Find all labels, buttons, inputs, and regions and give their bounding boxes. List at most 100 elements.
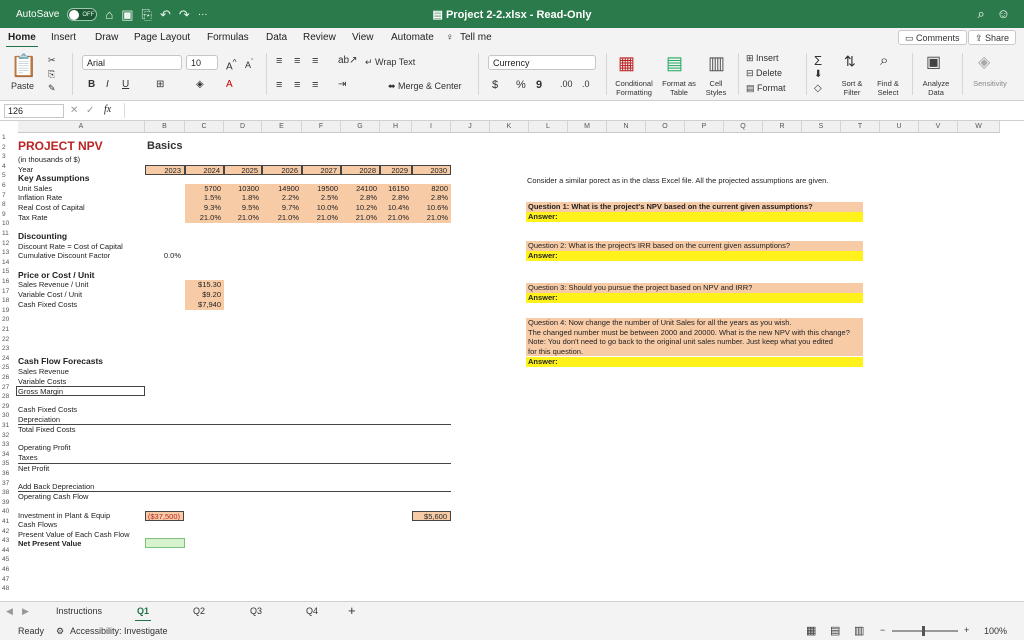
row-header[interactable]: 23 [0,344,18,354]
accessibility-status[interactable]: Accessibility: Investigate [70,626,168,636]
font-size-select[interactable]: 10 [186,55,218,70]
format-button[interactable]: ▤ Format [746,83,786,94]
fill-color-icon[interactable]: ◈ [196,79,204,90]
page-layout-view-icon[interactable]: ▤ [830,624,840,637]
cum-discount-value[interactable]: 0.0% [145,251,184,261]
delete-button[interactable]: ⊟ Delete [746,68,782,79]
format-as-table-label[interactable]: Format as Table [660,79,698,97]
q3-answer-box[interactable]: Answer: [526,293,863,303]
q4-answer-box[interactable]: Answer: [526,357,863,367]
row-header[interactable]: 42 [0,527,18,537]
file-title[interactable]: Project 2-2.xlsx - Read-Only [446,9,592,21]
cash-fixed-costs-label[interactable]: Cash Fixed Costs [18,405,77,415]
align-top-icon[interactable]: ≡ [276,55,282,67]
real-cost-value[interactable]: 9.5% [224,203,262,213]
sheet-tab-q1[interactable]: Q1 [134,606,152,622]
row-header[interactable]: 24 [0,354,18,364]
cell-styles-icon[interactable]: ▥ [708,53,725,74]
real-cost-value[interactable]: 10.0% [302,203,341,213]
row-header[interactable]: 13 [0,248,18,258]
inflation-value[interactable]: 1.8% [224,193,262,203]
investment-2030[interactable]: $5,600 [412,511,451,521]
row-header[interactable]: 46 [0,565,18,575]
column-header[interactable]: Q [724,121,763,133]
sales-rev-unit-label[interactable]: Sales Revenue / Unit [18,280,88,290]
year-header[interactable]: 2023 [145,165,185,175]
row-header[interactable]: 36 [0,469,18,479]
zoom-out-icon[interactable]: − [880,625,885,635]
cash-fixed-value[interactable]: $7,940 [185,300,224,310]
cash-fixed-label[interactable]: Cash Fixed Costs [18,300,77,310]
real-cost-value[interactable]: 9.7% [262,203,302,213]
comments-button[interactable]: ▭ Comments [898,30,967,45]
tab-formulas[interactable]: Formulas [207,32,249,43]
row-header[interactable]: 25 [0,363,18,373]
year-header[interactable]: 2024 [185,165,224,175]
column-header[interactable]: J [451,121,490,133]
key-assumptions-heading[interactable]: Key Assumptions [18,173,89,184]
real-cost-label[interactable]: Real Cost of Capital [18,203,85,213]
conditional-formatting-icon[interactable]: ▦ [618,53,635,74]
inflation-value[interactable]: 2.5% [302,193,341,203]
tax-label[interactable]: Tax Rate [18,213,48,223]
row-header[interactable]: 19 [0,306,18,316]
row-header[interactable]: 16 [0,277,18,287]
tax-value[interactable]: 21.0% [341,213,380,223]
year-header[interactable]: 2027 [302,165,341,175]
row-header[interactable]: 40 [0,507,18,517]
tab-home[interactable]: Home [6,32,38,48]
operating-cash-flow-label[interactable]: Operating Cash Flow [18,491,451,501]
row-header[interactable]: 3 [0,152,18,162]
row-header[interactable]: 48 [0,584,18,594]
font-color-icon[interactable]: A [226,79,233,90]
investment-2023[interactable]: ($37,500) [145,511,184,521]
row-header[interactable]: 43 [0,536,18,546]
row-header[interactable]: 26 [0,373,18,383]
sales-rev-unit-value[interactable]: $15.30 [185,280,224,290]
increase-font-icon[interactable]: A^ [226,57,237,72]
tell-me[interactable]: Tell me [460,32,492,43]
sort-filter-icon[interactable]: ⇅ [844,53,856,70]
row-header[interactable]: 21 [0,325,18,335]
column-header[interactable]: I [412,121,451,133]
inflation-value[interactable]: 2.8% [380,193,412,203]
column-header[interactable]: D [224,121,262,133]
operating-profit-label[interactable]: Operating Profit [18,443,71,453]
format-as-table-icon[interactable]: ▤ [666,53,683,74]
merge-center-button[interactable]: ⬌ Merge & Center [388,81,462,92]
font-name-select[interactable]: Arial [82,55,182,70]
fill-icon[interactable]: ⬇ [814,69,822,80]
column-header[interactable]: H [380,121,412,133]
row-header[interactable]: 12 [0,239,18,249]
column-header[interactable]: P [685,121,724,133]
year-header[interactable]: 2028 [341,165,380,175]
row-header[interactable]: 29 [0,402,18,412]
q1-box[interactable]: Question 1: What is the project's NPV ba… [526,202,863,212]
sensitivity-label[interactable]: Sensitivity [966,79,1014,88]
tab-view[interactable]: View [352,32,374,43]
tab-automate[interactable]: Automate [391,32,434,43]
discounting-heading[interactable]: Discounting [18,231,67,242]
column-header[interactable]: W [958,121,1000,133]
cut-icon[interactable]: ✂ [48,55,56,66]
copy-icon[interactable]: ⎘ [48,69,55,80]
row-header[interactable]: 15 [0,267,18,277]
decrease-font-icon[interactable]: Aˇ [245,57,254,70]
row-header[interactable]: 18 [0,296,18,306]
search-icon[interactable]: ⌕ [977,6,984,22]
intro-text[interactable]: Consider a similar porect as in the clas… [527,176,828,186]
sheet-tab-instructions[interactable]: Instructions [56,606,102,616]
q4-box[interactable]: Question 4: Now change the number of Uni… [526,318,863,356]
account-icon[interactable]: ☺ [997,6,1010,22]
format-painter-icon[interactable]: ✎ [48,83,56,94]
zoom-level[interactable]: 100% [984,626,1007,636]
column-header[interactable]: L [529,121,568,133]
row-header[interactable]: 6 [0,181,18,191]
zoom-in-icon[interactable]: + [964,625,969,635]
name-box[interactable]: 126 [4,104,64,118]
add-sheet-icon[interactable]: + [348,603,356,618]
column-header[interactable]: A [18,121,145,133]
find-select-icon[interactable]: ⌕ [880,52,888,69]
cash-flow-forecasts-heading[interactable]: Cash Flow Forecasts [18,356,103,367]
taxes-label[interactable]: Taxes [18,453,38,463]
